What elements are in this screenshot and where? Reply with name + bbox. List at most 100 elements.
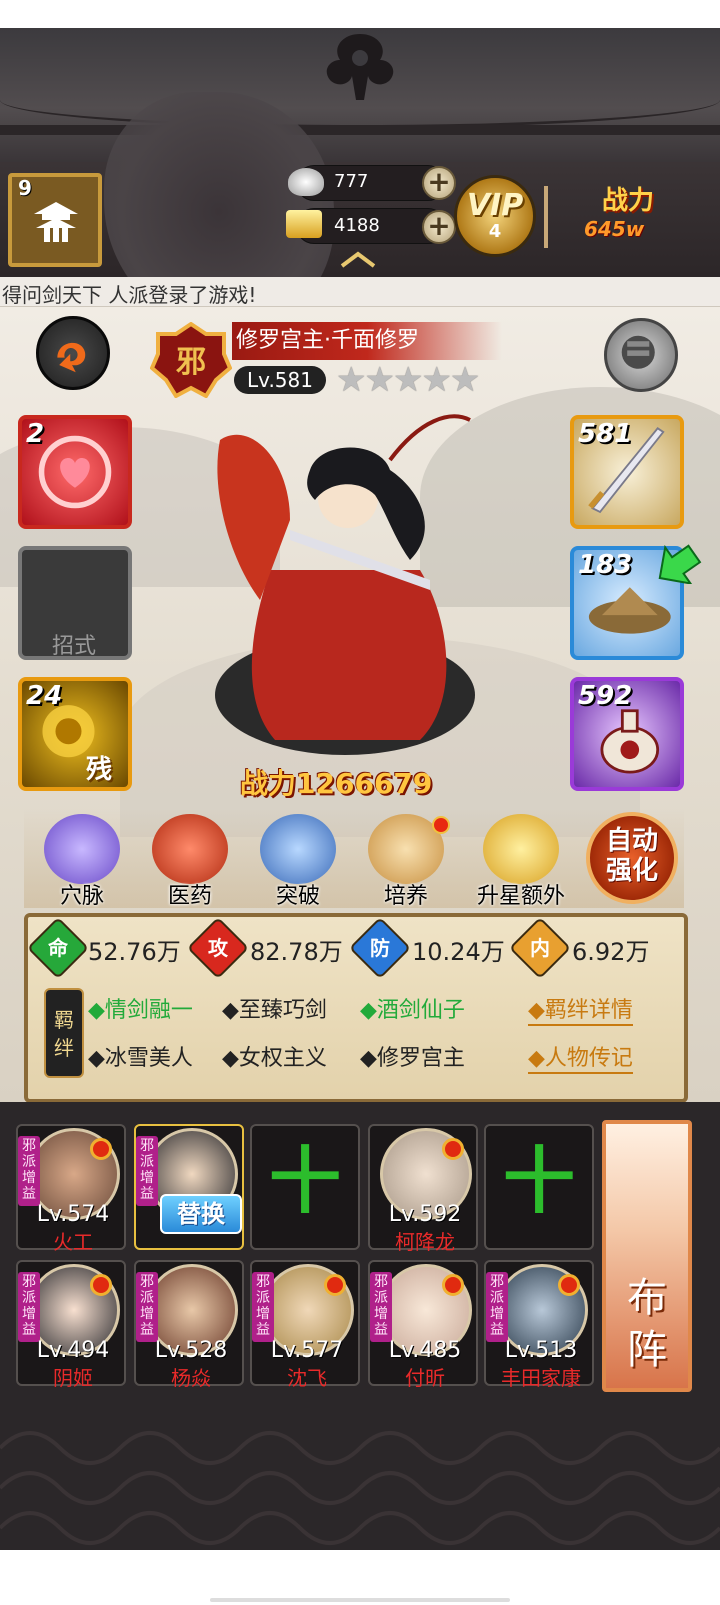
move-slot-label: 招式: [52, 634, 97, 659]
faction-buff-badge: 邪派增益: [18, 1272, 40, 1342]
expand-chevron-icon[interactable]: [340, 250, 376, 268]
defense-stat-icon: 防: [348, 916, 412, 980]
faction-buff-badge: 邪派增益: [252, 1272, 274, 1342]
medicine-label: 医药: [167, 884, 212, 909]
total-power-value: 645w: [584, 217, 645, 241]
hero-settings-button[interactable]: [604, 318, 678, 392]
accessory-slot[interactable]: 592: [570, 677, 684, 791]
notification-dot: [442, 1274, 464, 1296]
hero-biography-link[interactable]: ◆人物传记: [528, 1040, 633, 1074]
notification-dot: [432, 816, 450, 834]
auto-enhance-line1: 自动: [605, 826, 658, 856]
inner-char: 内: [530, 936, 550, 960]
move-slot-empty[interactable]: 招式: [18, 546, 132, 660]
team-member-slot[interactable]: 邪派增益 Lv.494 阴姬: [16, 1260, 126, 1390]
pagoda-icon: [34, 202, 78, 242]
hero-name: 修罗宫主·千面修罗: [232, 322, 502, 360]
member-level: Lv.574: [36, 1202, 110, 1227]
cultivate-button[interactable]: 培养: [358, 814, 454, 914]
member-name: 柯降龙: [395, 1230, 455, 1254]
formation-label: 布 阵: [606, 1272, 688, 1376]
mushroom-icon: [152, 814, 228, 884]
defense-value: 10.24万: [412, 938, 505, 966]
skill-slot-1[interactable]: 2: [18, 415, 132, 529]
attack-char: 攻: [208, 936, 228, 960]
vip-level: 4: [488, 221, 502, 242]
team-member-slot[interactable]: 邪派增益 Lv.513 丰田家康: [484, 1260, 594, 1390]
member-level: Lv.592: [388, 1202, 462, 1227]
team-member-slot[interactable]: 邪派增益 Lv.485 付昕: [368, 1260, 478, 1390]
defense-char: 防: [370, 936, 390, 960]
notification-dot: [324, 1274, 346, 1296]
bond-tag-line1: 羁: [54, 1008, 74, 1032]
upgrade-arrow-icon: [658, 544, 702, 584]
gold-amount: 4188: [334, 215, 380, 236]
skill-slot-2[interactable]: 24 残: [18, 677, 132, 791]
cultivate-label: 培养: [383, 884, 428, 909]
member-name: 杨焱: [171, 1366, 211, 1390]
slot-count: 183: [578, 550, 633, 580]
notification-dot: [90, 1138, 112, 1160]
silver-ingot-icon: [288, 168, 324, 196]
add-member-button[interactable]: 十: [484, 1124, 594, 1250]
add-gold-button[interactable]: +: [422, 210, 456, 244]
player-level: 9: [18, 176, 32, 200]
svg-text:邪: 邪: [176, 345, 206, 380]
slot-count: 581: [578, 419, 633, 449]
home-indicator[interactable]: [210, 1598, 510, 1602]
member-level: Lv.513: [504, 1338, 578, 1363]
attack-stat-icon: 攻: [186, 916, 250, 980]
breakthrough-button[interactable]: 突破: [250, 814, 346, 914]
notification-dot: [558, 1274, 580, 1296]
auto-enhance-button[interactable]: 自动 强化: [586, 812, 678, 904]
team-member-slot[interactable]: Lv.592 柯降龙: [368, 1124, 478, 1254]
meridian-button[interactable]: 穴脉: [34, 814, 130, 914]
team-member-slot-current[interactable]: 邪派增益 替换: [134, 1124, 244, 1250]
bond-item: ◆酒剑仙子: [360, 998, 465, 1023]
member-level: Lv.528: [154, 1338, 228, 1363]
bond-item: ◆情剑融一: [88, 998, 193, 1023]
vip-badge-button[interactable]: VIP 4: [454, 175, 536, 257]
member-name: 阴姬: [53, 1366, 93, 1390]
hero-power-value: 1266679: [296, 767, 433, 800]
member-name: 火工: [53, 1230, 93, 1254]
team-member-slot[interactable]: 邪派增益 Lv.528 杨焱: [134, 1260, 244, 1390]
bond-tag: 羁 绊: [44, 988, 84, 1078]
hero-power: 战力1266679: [240, 762, 480, 802]
add-member-button[interactable]: 十: [250, 1124, 360, 1250]
weapon-slot[interactable]: 581: [570, 415, 684, 529]
member-level: Lv.577: [270, 1338, 344, 1363]
back-button[interactable]: [36, 316, 110, 390]
bond-item: ◆至臻巧剑: [222, 998, 327, 1023]
replace-button[interactable]: 替换: [160, 1194, 242, 1234]
add-silver-button[interactable]: +: [422, 166, 456, 200]
faction-emblem-icon: 邪: [150, 322, 232, 398]
bond-details-link[interactable]: ◆羁绊详情: [528, 992, 633, 1026]
silver-amount: 777: [334, 171, 369, 192]
bond-item: ◆女权主义: [222, 1046, 327, 1071]
formation-button[interactable]: 布 阵: [602, 1120, 692, 1392]
hero-power-label: 战力: [240, 767, 297, 800]
hero-portrait: [215, 414, 475, 755]
member-name: 沈飞: [287, 1366, 327, 1390]
back-arrow-icon: [57, 342, 86, 373]
star-up-extra-button[interactable]: 升星额外: [466, 814, 576, 914]
star-up-extra-label: 升星额外: [476, 884, 565, 909]
remnant-mark: 残: [86, 755, 113, 785]
faction-buff-badge: 邪派增益: [136, 1136, 158, 1206]
medicine-button[interactable]: 医药: [142, 814, 238, 914]
star-up-icon: [483, 814, 559, 884]
fist-icon: [621, 335, 655, 369]
hero-level: Lv.581: [234, 366, 326, 394]
hp-value: 52.76万: [88, 938, 181, 966]
team-member-slot[interactable]: 邪派增益 Lv.577 沈飞: [250, 1260, 360, 1390]
slot-count: 24: [26, 681, 63, 711]
breakthrough-label: 突破: [275, 884, 320, 909]
meridian-label: 穴脉: [59, 884, 104, 909]
floor-pattern: [0, 1408, 720, 1550]
notification-dot: [90, 1274, 112, 1296]
team-member-slot[interactable]: 邪派增益 Lv.574 火工: [16, 1124, 126, 1254]
vip-label: VIP: [466, 188, 524, 223]
attack-value: 82.78万: [250, 938, 343, 966]
member-name: 丰田家康: [501, 1366, 581, 1390]
